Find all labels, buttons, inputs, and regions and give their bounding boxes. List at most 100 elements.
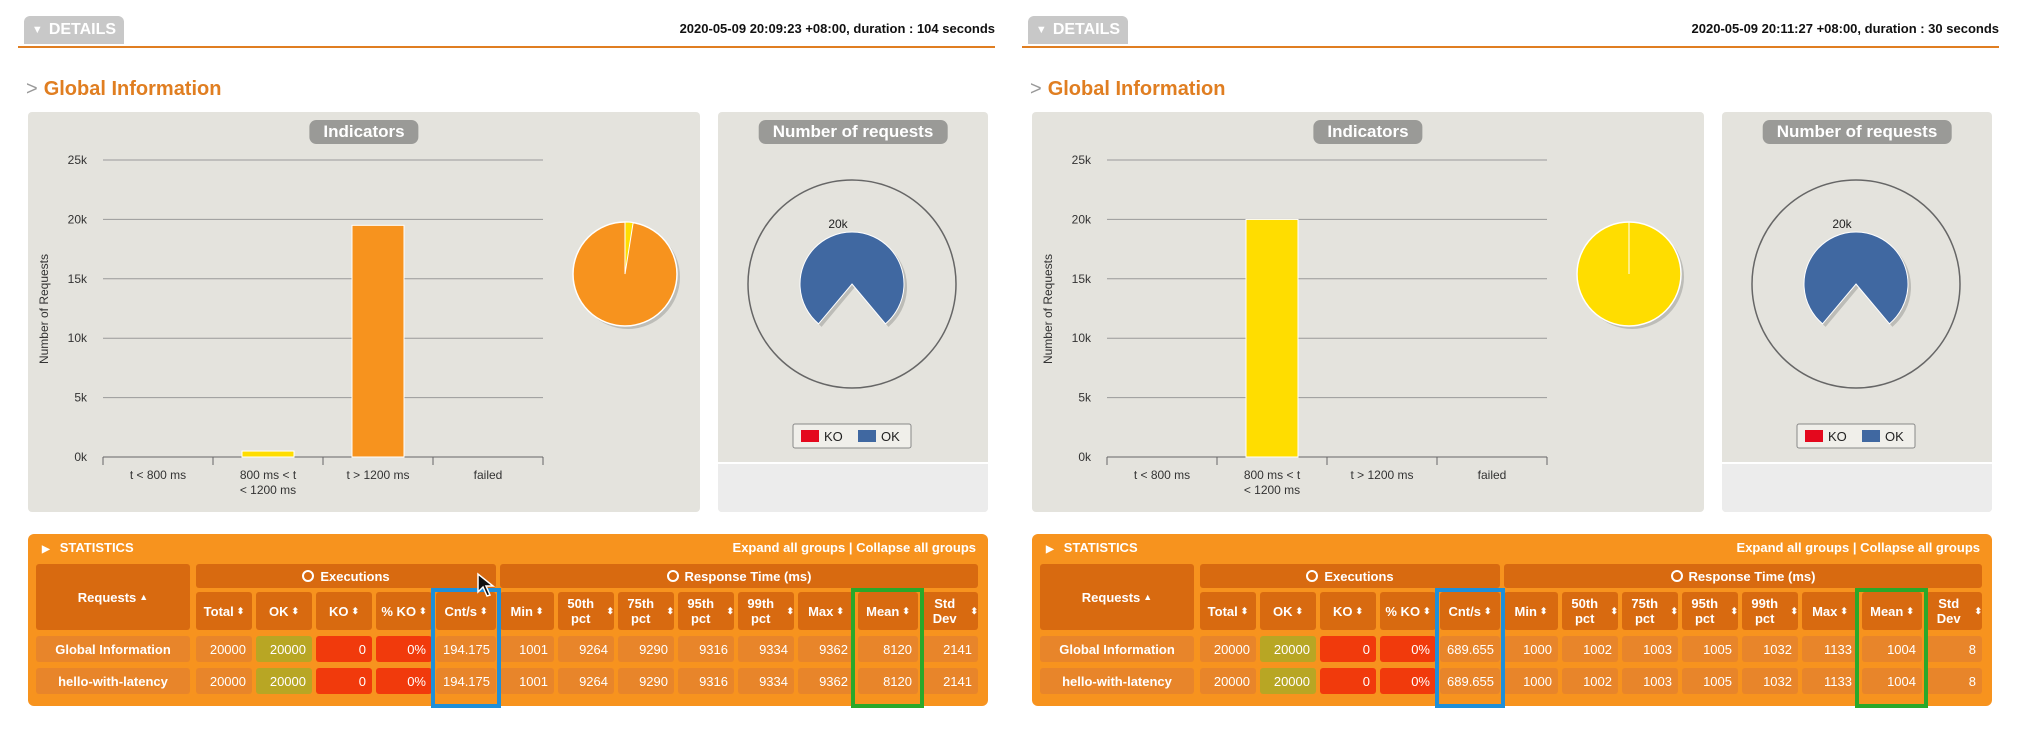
row-name-0-text: Global Information [1059,641,1175,657]
col-header-ko[interactable]: KO ⬍ [316,592,372,630]
col-header-total[interactable]: Total ⬍ [196,592,252,630]
col-header-p99[interactable]: 99th pct ⬍ [1742,592,1798,630]
row-name-1-text: hello-with-latency [1062,673,1172,689]
cell-p99-1: 9334 [738,668,794,694]
cell-min-0: 1000 [1504,636,1558,662]
cell-min-1-text: 1001 [519,673,548,689]
col-header-ok[interactable]: OK ⬍ [256,592,312,630]
col-header-p95[interactable]: 95th pct ⬍ [678,592,734,630]
requests-header[interactable]: Requests ▲ [1040,564,1194,630]
row-name-1[interactable]: hello-with-latency [36,668,190,694]
cell-ok-1: 20000 [256,668,312,694]
cell-p50-1: 9264 [558,668,614,694]
legend-ko-swatch [1805,430,1823,442]
y-tick-label: 0k [1078,450,1092,464]
cell-p75-1: 1003 [1622,668,1678,694]
col-header-p75[interactable]: 75th pct ⬍ [618,592,674,630]
col-header-ok[interactable]: OK ⬍ [1260,592,1316,630]
cell-p99-1-text: 9334 [759,673,788,689]
col-header-p99[interactable]: 99th pct ⬍ [738,592,794,630]
col-header-p95[interactable]: 95th pct ⬍ [1682,592,1738,630]
bar-1 [241,450,295,458]
statistics-header[interactable]: ▶ STATISTICS [42,540,134,555]
sort-icon: ⬍ [419,605,427,616]
chevron-right-icon: > [1030,78,1042,100]
col-header-p75[interactable]: 75th pct ⬍ [1622,592,1678,630]
expand-collapse-links[interactable]: Expand all groups | Collapse all groups [1737,540,1980,555]
details-tab[interactable]: ▼ DETAILS [1028,16,1128,44]
row-name-0[interactable]: Global Information [36,636,190,662]
mean-column-highlight [1855,588,1928,708]
row-name-1[interactable]: hello-with-latency [1040,668,1194,694]
requests-panel-footer [1722,462,1992,512]
row-name-1-text: hello-with-latency [58,673,168,689]
requests-donut-chart: 20k KO OK [1751,179,1961,449]
col-header-ko[interactable]: KO ⬍ [1320,592,1376,630]
cell-max-0: 1133 [1802,636,1858,662]
statistics-header[interactable]: ▶ STATISTICS [1046,540,1138,555]
col-header-min[interactable]: Min ⬍ [500,592,554,630]
cell-ok-0: 20000 [1260,636,1316,662]
col-header-total[interactable]: Total ⬍ [1200,592,1256,630]
mean-column-highlight [851,588,924,708]
sort-icon: ⬍ [535,605,544,616]
donut-ok-slice [1803,231,1909,325]
cell-p95-1: 9316 [678,668,734,694]
col-header-min[interactable]: Min ⬍ [1504,592,1558,630]
cell-total-1-text: 20000 [209,673,246,689]
col-header-max[interactable]: Max ⬍ [798,592,854,630]
sort-icon: ⬍ [1355,605,1364,616]
y-axis-label: Number of Requests [1041,254,1055,364]
legend-ko-label: KO [824,429,843,444]
requests-header[interactable]: Requests ▲ [36,564,190,630]
sort-icon: ⬍ [666,605,674,616]
statistics-label: STATISTICS [59,540,134,555]
cell-p95-0: 9316 [678,636,734,662]
details-bar: ▼ DETAILS 2020-05-09 20:11:27 +08:00, dur… [1022,16,1999,48]
x-tick-label: t > 1200 ms [1350,468,1413,482]
legend-ok-label: OK [1885,429,1904,444]
sort-icon: ⬍ [786,605,794,616]
y-tick-label: 15k [68,272,88,286]
y-tick-label: 10k [68,331,88,345]
cell-ko-1: 0 [1320,668,1376,694]
cell-p95-0-text: 9316 [699,641,728,657]
cell-p95-0-text: 1005 [1703,641,1732,657]
cnt-column-highlight [1435,588,1505,708]
bar-2 [351,224,405,458]
response-time-header: Response Time (ms) [1504,564,1982,588]
col-header-p99-text: 99th pct [1751,596,1779,626]
col-header-std[interactable]: Std Dev ⬍ [1926,592,1982,630]
response-time-header-text: Response Time (ms) [684,568,812,584]
section-title: > Global Information [1030,78,1225,101]
caret-right-icon: ▶ [42,544,50,555]
col-header-p50[interactable]: 50th pct ⬍ [1562,592,1618,630]
sort-icon: ⬍ [1539,605,1548,616]
details-tab[interactable]: ▼ DETAILS [24,16,124,44]
cell-p95-1: 1005 [1682,668,1738,694]
col-header-p50-text: 50th pct [567,596,595,626]
col-header-pct_ko[interactable]: % KO ⬍ [1380,592,1436,630]
legend-ok-swatch [1862,430,1880,442]
col-header-ko-text: KO [328,603,349,619]
sort-icon: ⬍ [291,605,300,616]
x-tick-label: < 1200 ms [1244,483,1300,497]
requests-title: Number of requests [758,120,948,144]
expand-collapse-links[interactable]: Expand all groups | Collapse all groups [733,540,976,555]
cell-p75-0-text: 9290 [639,641,668,657]
col-header-pct_ko[interactable]: % KO ⬍ [376,592,432,630]
cell-std-0: 2141 [922,636,978,662]
cell-p50-0: 9264 [558,636,614,662]
y-tick-label: 0k [74,450,88,464]
col-header-max[interactable]: Max ⬍ [1802,592,1858,630]
legend-ko-swatch [801,430,819,442]
row-name-0[interactable]: Global Information [1040,636,1194,662]
col-header-std[interactable]: Std Dev ⬍ [922,592,978,630]
indicators-panel: Indicators 0k 5k 10k 15k 20k 25k Number of Req… [1032,112,1704,512]
run-info: 2020-05-09 20:09:23 +08:00, duration : 1… [679,21,995,36]
col-header-p50[interactable]: 50th pct ⬍ [558,592,614,630]
requests-header-text: Requests [77,589,137,605]
col-header-total-text: Total [203,603,234,619]
refresh-icon [1306,570,1319,582]
cell-max-0-text: 1133 [1824,641,1852,657]
